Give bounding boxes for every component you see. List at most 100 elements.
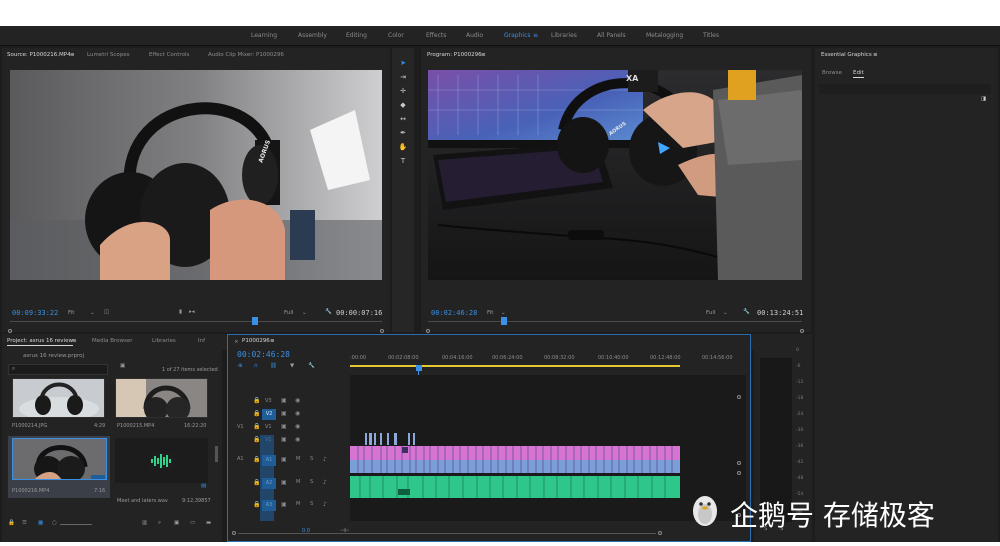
slip-tool-icon[interactable]: ↔ (398, 114, 408, 124)
workspace-menu-icon[interactable]: ≡ (533, 32, 538, 39)
sync-lock-icon[interactable]: ▣ (281, 436, 287, 443)
close-icon[interactable]: × (234, 339, 239, 345)
razor-tool-icon[interactable]: ◆ (398, 100, 408, 110)
workspace-assembly[interactable]: Assembly (298, 32, 327, 39)
eye-icon[interactable]: ◉ (295, 397, 300, 404)
timeline-menu-icon[interactable]: ≡ (270, 338, 275, 344)
scroll-handle-top[interactable] (737, 395, 741, 399)
chevron-down-icon[interactable]: ⌄ (501, 310, 506, 316)
lock-icon[interactable]: 🔒 (253, 410, 260, 417)
lock-icon[interactable]: 🔒 (253, 397, 260, 404)
scroll-handle-left[interactable] (8, 329, 12, 333)
drag-video-icon[interactable]: ▸◂ (189, 309, 195, 315)
track-target-v2[interactable]: V2 (262, 409, 276, 420)
source-timebar[interactable] (10, 321, 382, 322)
work-area-bar[interactable] (350, 365, 680, 367)
sync-lock-icon[interactable]: ▣ (281, 397, 287, 404)
workspace-color[interactable]: Color (388, 32, 404, 39)
scroll-handle-mid[interactable] (737, 461, 741, 465)
workspace-effects[interactable]: Effects (426, 32, 446, 39)
zoom-handle-left[interactable] (232, 531, 236, 535)
solo-button[interactable]: S (310, 501, 313, 507)
source-resolution-select[interactable]: Full (284, 310, 293, 316)
eye-icon[interactable]: ◉ (295, 436, 300, 443)
sync-lock-icon[interactable]: ▣ (281, 501, 287, 508)
program-resolution-select[interactable]: Full (706, 310, 715, 316)
automate-icon[interactable]: ▥ (142, 520, 147, 526)
tab-edit[interactable]: Edit (853, 70, 864, 78)
tab-browse[interactable]: Browse (822, 70, 842, 76)
pen-tool-icon[interactable]: ✒ (398, 128, 408, 138)
ripple-edit-tool-icon[interactable]: ✛ (398, 86, 408, 96)
program-video-frame[interactable]: XA AORUS (428, 70, 802, 280)
selection-tool-icon[interactable]: ➤ (398, 58, 408, 68)
solo-button[interactable]: S (310, 456, 313, 462)
in-out-icon[interactable]: ▮ (179, 309, 182, 315)
source-timecode[interactable]: 00:09:33:22 (12, 309, 58, 317)
source-menu-icon[interactable]: ≡ (70, 52, 75, 58)
workspace-titles[interactable]: Titles (703, 32, 719, 39)
chevron-down-icon[interactable]: ⌄ (302, 310, 307, 316)
add-marker-icon[interactable]: ▼ (290, 363, 294, 369)
scroll-handle-audio[interactable] (737, 471, 741, 475)
sync-lock-icon[interactable]: ▣ (281, 479, 287, 486)
program-timebar[interactable] (428, 321, 802, 322)
lock-icon[interactable]: 🔒 (253, 423, 260, 430)
workspace-audio[interactable]: Audio (466, 32, 483, 39)
scroll-handle-right[interactable] (800, 329, 804, 333)
tab-source[interactable]: Source: P1000216.MP4 (7, 52, 71, 58)
tab-project[interactable]: Project: asrus 16 review (7, 338, 73, 346)
project-item-thumbnail[interactable] (115, 378, 208, 418)
sync-lock-icon[interactable]: ▣ (281, 423, 287, 430)
wrench-icon[interactable]: 🔧 (308, 363, 315, 369)
tab-program[interactable]: Program: P1000296 (427, 52, 482, 58)
zoom-slider[interactable] (60, 524, 92, 525)
microphone-icon[interactable]: ♪ (323, 479, 327, 486)
chevron-down-icon[interactable]: ⌄ (723, 310, 728, 316)
sync-lock-icon[interactable]: ▣ (281, 456, 287, 463)
track-select-tool-icon[interactable]: ⇥ (398, 72, 408, 82)
workspace-libraries[interactable]: Libraries (551, 32, 577, 39)
settings-panel-icon[interactable]: ◫ (104, 309, 109, 315)
tab-effect-controls[interactable]: Effect Controls (149, 52, 189, 58)
source-patch-v1[interactable]: V1 (237, 424, 244, 430)
wrench-icon[interactable]: 🔧 (743, 309, 750, 315)
nest-icon[interactable]: ⊕ (238, 363, 243, 369)
eye-icon[interactable]: ◉ (295, 423, 300, 430)
project-item-audio[interactable] (115, 438, 208, 483)
microphone-icon[interactable]: ♪ (323, 456, 327, 463)
hand-tool-icon[interactable]: ✋ (398, 142, 408, 152)
eye-icon[interactable]: ◉ (295, 410, 300, 417)
time-ruler[interactable]: :00:00 00:02:08:00 00:04:16:00 00:06:24:… (350, 353, 746, 371)
snap-icon[interactable]: ∩ (254, 363, 258, 369)
mute-button[interactable]: M (296, 501, 300, 507)
zoom-slider-icon[interactable]: ○ (52, 520, 57, 526)
timeline-timecode[interactable]: 00:02:46:28 (237, 350, 290, 359)
source-playhead[interactable] (252, 317, 258, 325)
new-item-icon[interactable]: ▭ (190, 520, 195, 526)
tab-info[interactable]: Inf (198, 338, 205, 344)
list-view-icon[interactable]: ☰ (22, 520, 27, 526)
program-fit-select[interactable]: Fit (487, 310, 493, 316)
source-patch-a1[interactable]: A1 (237, 456, 244, 462)
linked-selection-icon[interactable]: ⛓ (270, 363, 277, 369)
tab-media-browser[interactable]: Media Browser (92, 338, 133, 344)
type-tool-icon[interactable]: T (398, 156, 408, 166)
collapse-tracks-icon[interactable]: ⊣⊢ (340, 528, 350, 534)
solo-button[interactable]: S (310, 479, 313, 485)
program-menu-icon[interactable]: ≡ (481, 52, 486, 58)
find-icon[interactable]: ⌕ (158, 520, 161, 527)
timeline-zoom-bar[interactable] (238, 533, 656, 534)
source-video-frame[interactable]: AORUS (10, 70, 382, 280)
mute-button[interactable]: M (296, 456, 300, 462)
lock-icon[interactable]: 🔒 (8, 520, 15, 526)
chevron-down-icon[interactable]: ⌄ (90, 310, 95, 316)
new-bin-icon[interactable]: ▣ (120, 363, 125, 369)
workspace-learning[interactable]: Learning (251, 32, 277, 39)
timeline-playhead-head[interactable] (416, 365, 422, 371)
clear-icon[interactable]: ▬ (206, 520, 211, 526)
workspace-all-panels[interactable]: All Panels (597, 32, 626, 39)
tab-lumetri-scopes[interactable]: Lumetri Scopes (87, 52, 130, 58)
source-fit-select[interactable]: Fit (68, 310, 74, 316)
tab-audio-clip-mixer[interactable]: Audio Clip Mixer: P1000296 (208, 52, 284, 58)
